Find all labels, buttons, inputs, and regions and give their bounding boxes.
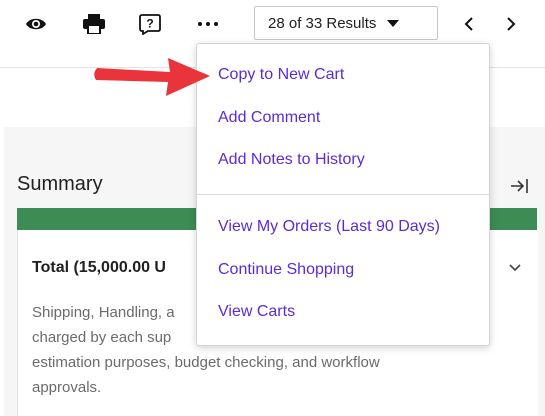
collapse-panel-icon[interactable] [509,175,531,197]
menu-item-add-notes-to-history[interactable]: Add Notes to History [218,151,365,169]
description-line: estimation purposes, budget checking, an… [32,354,380,371]
chevron-left-icon[interactable] [455,10,483,38]
results-dropdown[interactable]: 28 of 33 Results [254,6,438,40]
chevron-down-icon[interactable] [506,258,524,276]
menu-divider [197,194,489,195]
help-icon[interactable]: ? [136,10,164,38]
results-label: 28 of 33 Results [268,14,377,32]
menu-item-view-my-orders[interactable]: View My Orders (Last 90 Days) [218,218,440,236]
summary-title: Summary [17,173,103,195]
eye-icon[interactable] [22,10,50,38]
print-icon[interactable] [80,10,108,38]
total-label: Total (15,000.00 U [32,259,166,276]
page: ? 28 of 33 Results Summary Total (15,000… [0,0,545,416]
svg-text:?: ? [146,17,153,31]
description-line: approvals. [32,379,102,396]
more-icon[interactable] [194,10,222,38]
menu-item-add-comment[interactable]: Add Comment [218,109,320,127]
menu-item-copy-to-new-cart[interactable]: Copy to New Cart [218,66,344,84]
chevron-right-icon[interactable] [497,10,525,38]
menu-item-view-carts[interactable]: View Carts [218,303,295,321]
actions-menu: Copy to New Cart Add Comment Add Notes t… [196,43,490,346]
caret-down-icon [387,19,400,27]
menu-item-continue-shopping[interactable]: Continue Shopping [218,261,354,279]
annotation-arrow-icon [94,58,210,96]
